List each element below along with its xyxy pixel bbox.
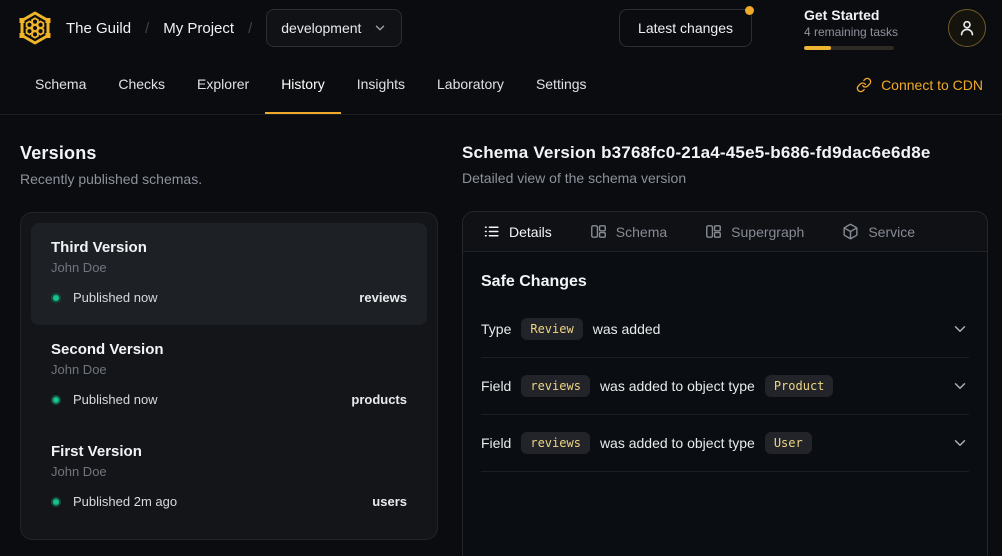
latest-changes-button[interactable]: Latest changes <box>619 9 752 47</box>
connect-to-cdn-button[interactable]: Connect to CDN <box>856 56 983 114</box>
get-started-title: Get Started <box>804 7 900 23</box>
connect-to-cdn-label: Connect to CDN <box>881 77 983 93</box>
topbar-right-group: Latest changes Get Started 4 remaining t… <box>619 7 986 50</box>
field-badge: reviews <box>521 375 590 397</box>
version-service-name: users <box>372 494 407 509</box>
version-status-row: Published now reviews <box>51 290 407 305</box>
top-bar: The Guild / My Project / development Lat… <box>0 0 1002 56</box>
schema-version-panel: Details Schema Super <box>462 211 988 556</box>
tab-service[interactable]: Service <box>842 223 915 240</box>
version-name: Second Version <box>51 341 407 358</box>
versions-title: Versions <box>20 143 438 164</box>
change-text: was added to object type <box>600 435 755 451</box>
progress-fill <box>804 46 831 50</box>
tab-history[interactable]: History <box>265 56 341 114</box>
version-service-name: products <box>351 392 407 407</box>
version-status: Published 2m ago <box>73 494 177 509</box>
changes-section: Safe Changes Type Review was added Field… <box>463 273 987 472</box>
type-badge: Product <box>765 375 834 397</box>
type-badge: User <box>765 432 812 454</box>
version-author: John Doe <box>51 464 407 479</box>
version-name: Third Version <box>51 239 407 256</box>
change-text: was added <box>593 321 661 337</box>
chevron-down-icon <box>951 434 969 452</box>
breadcrumb-separator: / <box>248 20 252 37</box>
field-badge: reviews <box>521 432 590 454</box>
tab-explorer[interactable]: Explorer <box>181 56 265 114</box>
panels-icon <box>705 223 722 240</box>
tab-supergraph-label: Supergraph <box>731 224 804 240</box>
version-list-item[interactable]: First Version John Doe Published 2m ago … <box>31 427 427 529</box>
tab-schema[interactable]: Schema <box>19 56 102 114</box>
tab-details-label: Details <box>509 224 552 240</box>
schema-version-header: Schema Version b3768fc0-21a4-45e5-b686-f… <box>462 143 988 186</box>
user-icon <box>957 18 977 38</box>
version-author: John Doe <box>51 260 407 275</box>
detail-tab-bar: Details Schema Super <box>463 212 987 252</box>
version-status: Published now <box>73 392 158 407</box>
versions-list: Third Version John Doe Published now rev… <box>20 212 438 540</box>
version-name: First Version <box>51 443 407 460</box>
change-row[interactable]: Type Review was added <box>481 301 969 358</box>
change-text: Field <box>481 435 511 451</box>
environment-selected-value: development <box>281 20 361 36</box>
hive-honeycomb-icon <box>17 10 53 46</box>
chevron-down-icon <box>951 377 969 395</box>
panels-icon <box>590 223 607 240</box>
breadcrumb-separator: / <box>145 20 149 37</box>
main-content: Versions Recently published schemas. Thi… <box>0 115 1002 556</box>
published-status-dot <box>51 293 61 303</box>
tab-laboratory[interactable]: Laboratory <box>421 56 520 114</box>
notification-dot <box>745 6 754 15</box>
user-avatar[interactable] <box>948 9 986 47</box>
tab-service-label: Service <box>868 224 915 240</box>
get-started-progress-bar <box>804 46 894 50</box>
published-status-dot <box>51 497 61 507</box>
latest-changes-label: Latest changes <box>638 20 733 36</box>
list-icon <box>483 223 500 240</box>
tab-supergraph[interactable]: Supergraph <box>705 223 804 240</box>
chevron-down-icon <box>951 320 969 338</box>
change-text: Field <box>481 378 511 394</box>
environment-selector[interactable]: development <box>266 9 402 47</box>
project-tab-bar: Schema Checks Explorer History Insights … <box>0 56 1002 115</box>
type-badge: Review <box>521 318 582 340</box>
versions-header: Versions Recently published schemas. <box>20 143 438 187</box>
change-row[interactable]: Field reviews was added to object type U… <box>481 415 969 472</box>
version-status: Published now <box>73 290 158 305</box>
schema-version-column: Schema Version b3768fc0-21a4-45e5-b686-f… <box>462 115 988 556</box>
tab-insights[interactable]: Insights <box>341 56 421 114</box>
change-row[interactable]: Field reviews was added to object type P… <box>481 358 969 415</box>
chevron-down-icon <box>373 21 387 35</box>
version-list-item[interactable]: Second Version John Doe Published now pr… <box>31 325 427 427</box>
tab-settings[interactable]: Settings <box>520 56 603 114</box>
breadcrumb-project[interactable]: My Project <box>163 20 234 37</box>
schema-version-subtitle: Detailed view of the schema version <box>462 170 988 186</box>
change-text: Type <box>481 321 511 337</box>
tab-checks[interactable]: Checks <box>102 56 181 114</box>
box-icon <box>842 223 859 240</box>
version-list-item[interactable]: Third Version John Doe Published now rev… <box>31 223 427 325</box>
hive-logo[interactable] <box>16 9 54 47</box>
version-author: John Doe <box>51 362 407 377</box>
version-service-name: reviews <box>359 290 407 305</box>
versions-subtitle: Recently published schemas. <box>20 171 438 187</box>
tab-schema-sdl[interactable]: Schema <box>590 223 667 240</box>
get-started-widget[interactable]: Get Started 4 remaining tasks <box>804 7 900 50</box>
tab-schema-label: Schema <box>616 224 667 240</box>
published-status-dot <box>51 395 61 405</box>
breadcrumb-org[interactable]: The Guild <box>66 20 131 37</box>
breadcrumb: The Guild / My Project / development <box>66 9 402 47</box>
link-icon <box>856 77 872 93</box>
version-status-row: Published now products <box>51 392 407 407</box>
safe-changes-title: Safe Changes <box>481 273 969 291</box>
tab-details[interactable]: Details <box>483 223 552 240</box>
version-status-row: Published 2m ago users <box>51 494 407 509</box>
change-text: was added to object type <box>600 378 755 394</box>
get-started-remaining-tasks: 4 remaining tasks <box>804 25 900 39</box>
schema-version-title: Schema Version b3768fc0-21a4-45e5-b686-f… <box>462 143 988 163</box>
versions-column: Versions Recently published schemas. Thi… <box>20 115 438 556</box>
